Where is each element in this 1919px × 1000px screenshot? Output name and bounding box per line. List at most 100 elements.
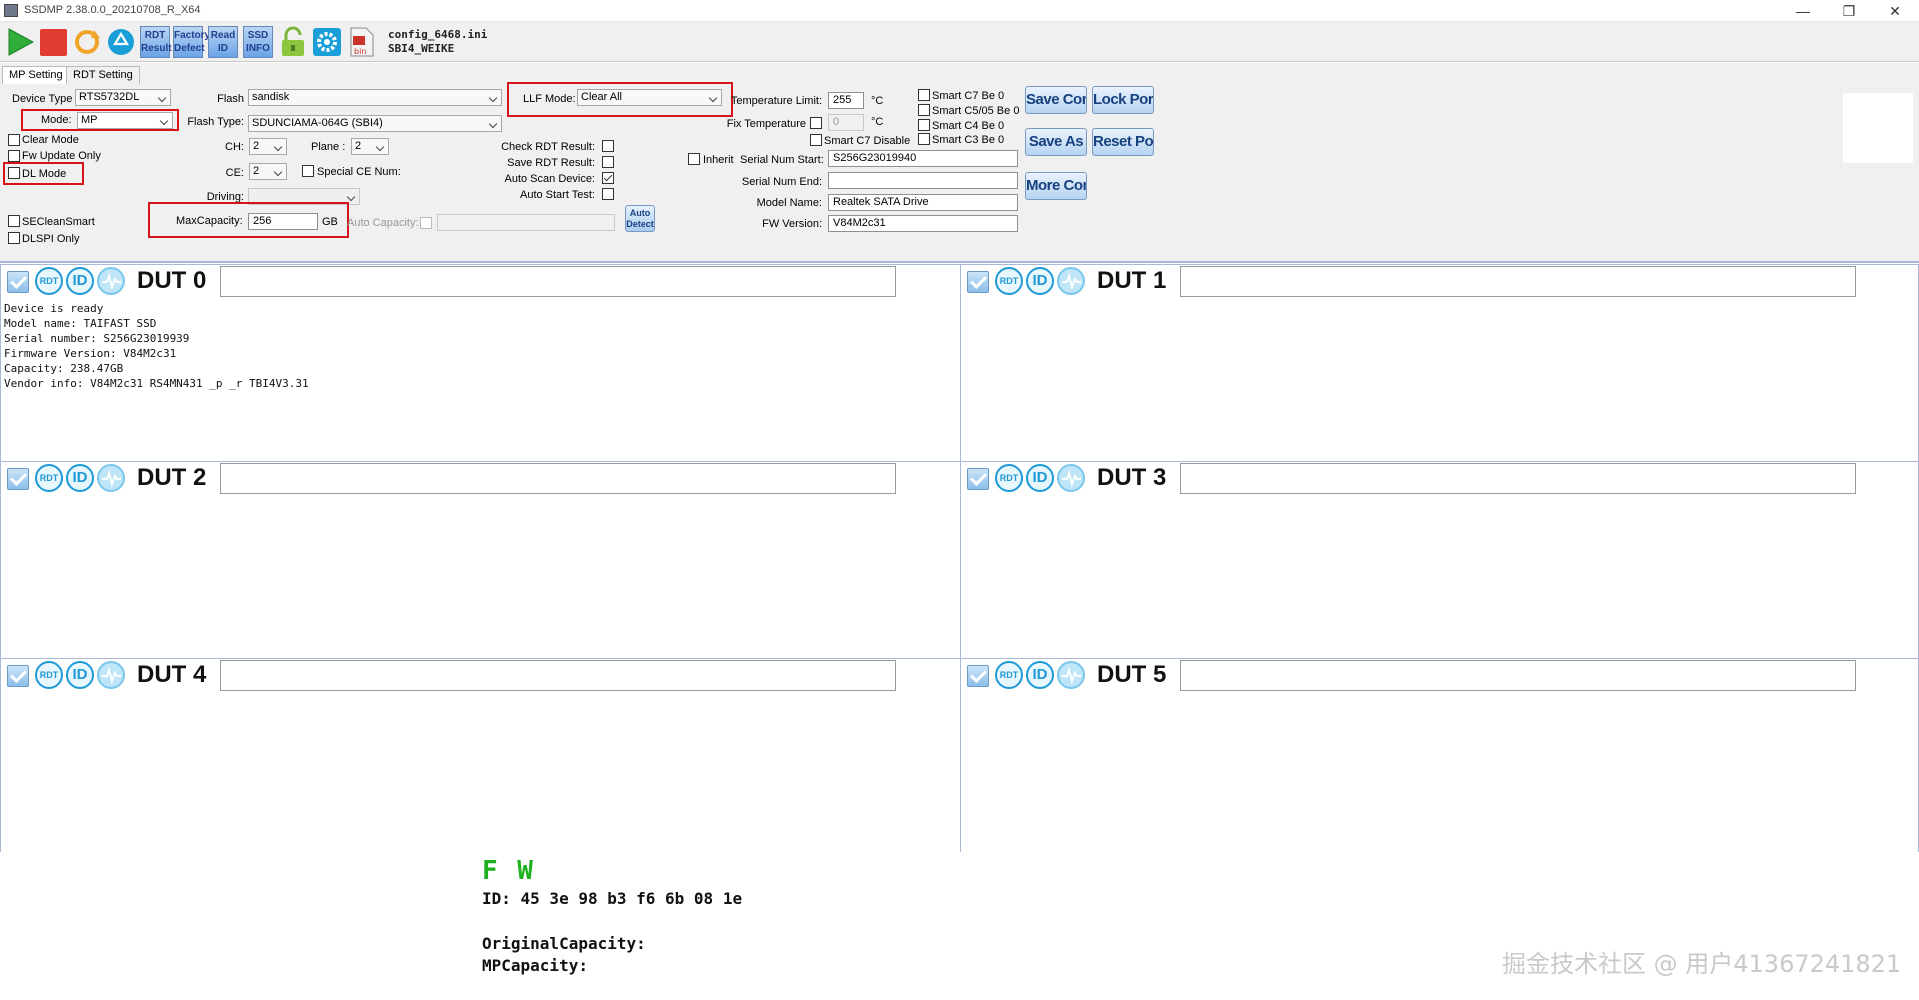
mode-label: Mode:: [41, 114, 72, 126]
id-icon[interactable]: ID: [1026, 661, 1054, 689]
fw-version-label: FW Version:: [762, 218, 822, 230]
ch-label: CH:: [225, 141, 244, 153]
save-as-button[interactable]: Save As: [1025, 128, 1087, 156]
waveform-icon[interactable]: [1057, 661, 1085, 689]
rdt-icon[interactable]: RDT: [35, 464, 63, 492]
rdt-icon[interactable]: RDT: [995, 661, 1023, 689]
fw-update-only-checkbox[interactable]: [8, 150, 20, 162]
play-icon[interactable]: [6, 26, 36, 58]
config-profile-name: SBI4_WEIKE: [388, 42, 455, 55]
smart-c7-be0-checkbox[interactable]: [918, 89, 930, 101]
smart-c7-disable-checkbox[interactable]: [810, 134, 822, 146]
clear-mode-checkbox[interactable]: [8, 134, 20, 146]
fw-version-input[interactable]: V84M2c31: [828, 215, 1018, 232]
original-capacity-label: OriginalCapacity:: [482, 934, 646, 953]
max-capacity-input[interactable]: 256: [248, 213, 318, 230]
smart-c5-be0-checkbox[interactable]: [918, 104, 930, 116]
smart-c7-be0-label: Smart C7 Be 0: [932, 90, 1005, 102]
temp-limit-unit: °C: [871, 95, 884, 107]
rdt-icon[interactable]: RDT: [35, 267, 63, 295]
save-rdt-checkbox[interactable]: [602, 156, 614, 168]
waveform-icon[interactable]: [97, 661, 125, 689]
check-rdt-checkbox[interactable]: [602, 140, 614, 152]
fix-temp-unit: °C: [871, 116, 884, 128]
waveform-icon[interactable]: [97, 267, 125, 295]
se-clean-smart-checkbox[interactable]: [8, 215, 20, 227]
auto-detect-button[interactable]: Auto Detect: [625, 205, 655, 232]
id-icon[interactable]: ID: [66, 464, 94, 492]
id-icon[interactable]: ID: [66, 661, 94, 689]
stop-icon[interactable]: [38, 26, 68, 58]
smart-c4-be0-checkbox[interactable]: [918, 119, 930, 131]
rdt-icon[interactable]: RDT: [995, 464, 1023, 492]
info-panel: F W ID: 45 3e 98 b3 f6 6b 08 1e Original…: [0, 852, 1919, 1000]
auto-scan-label: Auto Scan Device:: [504, 173, 596, 185]
id-icon[interactable]: ID: [1026, 267, 1054, 295]
waveform-icon[interactable]: [1057, 267, 1085, 295]
inherit-sn-checkbox[interactable]: [688, 153, 700, 165]
checkbox-icon[interactable]: [7, 271, 29, 293]
bin-file-icon[interactable]: bin: [346, 26, 376, 58]
dlspi-only-checkbox[interactable]: [8, 232, 20, 244]
refresh-icon[interactable]: [72, 26, 102, 58]
fw-update-only-label: Fw Update Only: [22, 150, 101, 162]
checkbox-icon[interactable]: [7, 665, 29, 687]
read-id-button[interactable]: Read ID: [208, 26, 238, 58]
sn-start-input[interactable]: S256G23019940: [828, 150, 1018, 167]
flash-type-select[interactable]: SDUNCIAMA-064G (SBI4): [248, 115, 502, 132]
dl-mode-label: DL Mode: [22, 168, 67, 180]
sn-start-label: Serial Num Start:: [740, 154, 824, 166]
tab-rdt-setting[interactable]: RDT Setting: [66, 66, 140, 84]
dl-mode-checkbox[interactable]: [8, 167, 20, 179]
waveform-icon[interactable]: [97, 464, 125, 492]
mode-select[interactable]: MP: [77, 112, 173, 129]
recycle-icon[interactable]: [106, 26, 136, 58]
checkbox-icon[interactable]: [967, 271, 989, 293]
ce-select[interactable]: 2: [249, 163, 287, 180]
fix-temp-checkbox[interactable]: [810, 117, 822, 129]
lock-port-button[interactable]: Lock Port: [1092, 86, 1154, 114]
gear-icon[interactable]: [312, 26, 342, 58]
device-type-select[interactable]: RTS5732DL: [75, 89, 171, 106]
checkbox-icon[interactable]: [967, 468, 989, 490]
temp-limit-input[interactable]: 255: [828, 92, 864, 109]
waveform-icon[interactable]: [1057, 464, 1085, 492]
dut-label: DUT 5: [1097, 661, 1167, 688]
smart-c3-be0-checkbox[interactable]: [918, 133, 930, 145]
tab-mp-setting[interactable]: MP Setting: [2, 66, 70, 84]
more-config-button[interactable]: More Config: [1025, 172, 1087, 200]
rdt-result-button[interactable]: RDT Result: [140, 26, 172, 58]
window-title: SSDMP 2.38.0.0_20210708_R_X64: [24, 4, 201, 16]
rdt-icon[interactable]: RDT: [35, 661, 63, 689]
close-button[interactable]: ✕: [1872, 0, 1918, 22]
plane-select[interactable]: 2: [351, 138, 389, 155]
factory-defect-button[interactable]: Factory Defect: [173, 26, 210, 58]
minimize-button[interactable]: —: [1780, 0, 1826, 22]
dut-panel-2: RDT ID DUT 2: [0, 461, 961, 659]
dut-label: DUT 4: [137, 661, 207, 688]
reset-port-button[interactable]: Reset Port: [1092, 128, 1154, 156]
id-icon[interactable]: ID: [1026, 464, 1054, 492]
special-ce-checkbox[interactable]: [302, 165, 314, 177]
llf-mode-select[interactable]: Clear All: [577, 89, 722, 106]
dut-log: Device is ready Model name: TAIFAST SSD …: [4, 302, 309, 390]
model-name-input[interactable]: Realtek SATA Drive: [828, 194, 1018, 211]
flash-select[interactable]: sandisk: [248, 89, 502, 106]
auto-capacity-input[interactable]: [437, 214, 615, 231]
fix-temp-input[interactable]: 0: [828, 114, 864, 131]
auto-scan-checkbox[interactable]: [602, 172, 614, 184]
save-config-button[interactable]: Save Config: [1025, 86, 1087, 114]
checkbox-icon[interactable]: [967, 665, 989, 687]
checkbox-icon[interactable]: [7, 468, 29, 490]
special-ce-label: Special CE Num:: [317, 166, 401, 178]
ssd-info-button[interactable]: SSD INFO: [243, 26, 273, 58]
auto-start-checkbox[interactable]: [602, 188, 614, 200]
unlock-icon[interactable]: [278, 26, 308, 58]
device-type-label: Device Type: [12, 93, 73, 105]
auto-capacity-checkbox[interactable]: [420, 217, 432, 229]
rdt-icon[interactable]: RDT: [995, 267, 1023, 295]
ch-select[interactable]: 2: [249, 138, 287, 155]
restore-button[interactable]: ❐: [1826, 0, 1872, 22]
sn-end-input[interactable]: [828, 172, 1018, 189]
id-icon[interactable]: ID: [66, 267, 94, 295]
